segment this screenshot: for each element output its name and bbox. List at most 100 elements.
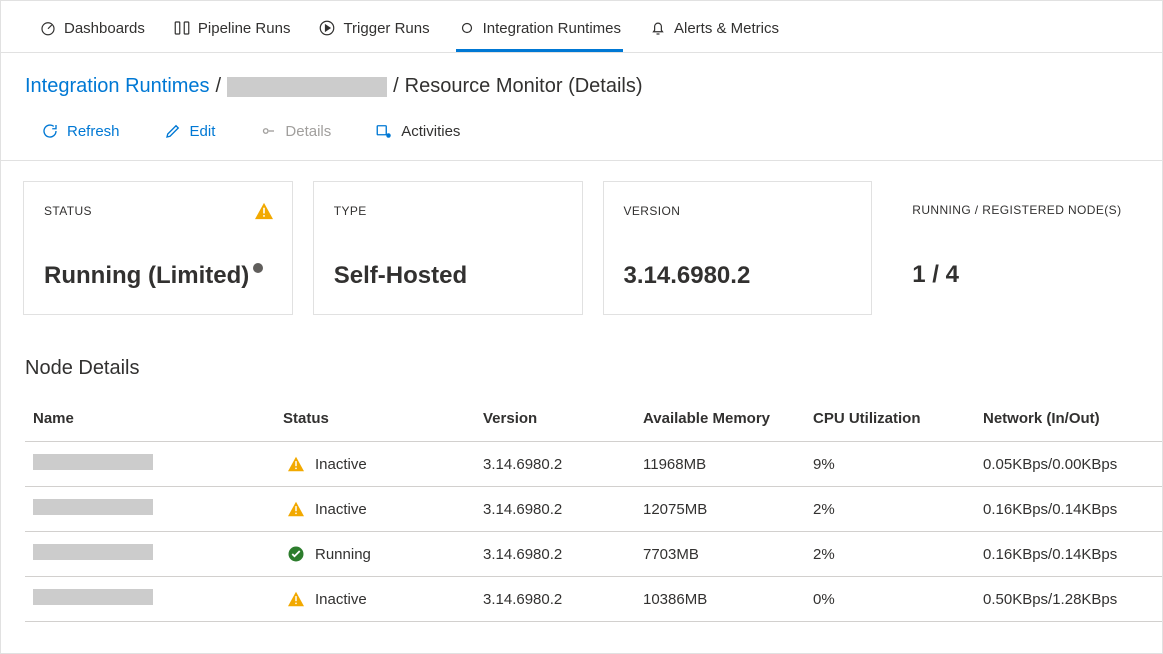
refresh-icon: [41, 122, 59, 140]
section-title: Node Details: [1, 323, 1162, 396]
node-table: Name Status Version Available Memory CPU…: [25, 396, 1162, 622]
cell-status: Inactive: [275, 577, 475, 622]
card-value: 1 / 4: [912, 261, 1140, 289]
cell-version: 3.14.6980.2: [475, 487, 635, 532]
cell-cpu: 9%: [805, 442, 975, 487]
cell-cpu: 2%: [805, 532, 975, 577]
breadcrumb-sep: /: [216, 75, 222, 98]
breadcrumb: Integration Runtimes / / Resource Monito…: [1, 53, 1162, 116]
warning-icon: [287, 456, 305, 472]
col-cpu[interactable]: CPU Utilization: [805, 396, 975, 442]
col-network[interactable]: Network (In/Out): [975, 396, 1162, 442]
cell-name: [25, 532, 275, 577]
table-row[interactable]: Running 3.14.6980.27703MB2%0.16KBps/0.14K…: [25, 532, 1162, 577]
cell-memory: 11968MB: [635, 442, 805, 487]
card-value: Self-Hosted: [334, 262, 562, 290]
warning-icon: [287, 501, 305, 517]
pipeline-icon: [173, 19, 191, 37]
cell-memory: 10386MB: [635, 577, 805, 622]
bell-icon: [649, 19, 667, 37]
col-status[interactable]: Status: [275, 396, 475, 442]
redacted-name: [33, 544, 153, 560]
cell-network: 0.05KBps/0.00KBps: [975, 442, 1162, 487]
card-label: TYPE: [334, 204, 562, 218]
warning-icon: [287, 591, 305, 607]
cell-name: [25, 442, 275, 487]
cell-network: 0.50KBps/1.28KBps: [975, 577, 1162, 622]
activities-button[interactable]: Activities: [375, 122, 460, 140]
cell-network: 0.16KBps/0.14KBps: [975, 532, 1162, 577]
breadcrumb-redacted: [227, 77, 387, 97]
tab-alerts-metrics[interactable]: Alerts & Metrics: [647, 11, 781, 52]
info-icon[interactable]: [253, 263, 263, 273]
tab-pipeline-runs[interactable]: Pipeline Runs: [171, 11, 293, 52]
tab-integration-runtimes[interactable]: Integration Runtimes: [456, 11, 623, 52]
card-label: VERSION: [624, 204, 852, 218]
tab-dashboards[interactable]: Dashboards: [37, 11, 147, 52]
status-text: Running: [315, 546, 371, 563]
refresh-button[interactable]: Refresh: [41, 122, 120, 140]
table-row[interactable]: Inactive 3.14.6980.212075MB2%0.16KBps/0.1…: [25, 487, 1162, 532]
col-name[interactable]: Name: [25, 396, 275, 442]
button-label: Activities: [401, 123, 460, 140]
cell-version: 3.14.6980.2: [475, 442, 635, 487]
cell-name: [25, 577, 275, 622]
activities-icon: [375, 122, 393, 140]
toolbar: Refresh Edit Details Activities: [1, 116, 1162, 160]
card-nodes: RUNNING / REGISTERED NODE(S) 1 / 4: [892, 181, 1140, 315]
cell-cpu: 0%: [805, 577, 975, 622]
edit-button[interactable]: Edit: [164, 122, 216, 140]
button-label: Details: [285, 123, 331, 140]
eye-icon: [259, 122, 277, 140]
cell-status: Inactive: [275, 442, 475, 487]
breadcrumb-sep: /: [393, 75, 399, 98]
warning-icon: [254, 202, 274, 223]
col-version[interactable]: Version: [475, 396, 635, 442]
play-circle-icon: [318, 19, 336, 37]
table-row[interactable]: Inactive 3.14.6980.211968MB9%0.05KBps/0.0…: [25, 442, 1162, 487]
tab-label: Integration Runtimes: [483, 20, 621, 37]
cell-name: [25, 487, 275, 532]
col-memory[interactable]: Available Memory: [635, 396, 805, 442]
redacted-name: [33, 589, 153, 605]
status-text: Inactive: [315, 456, 367, 473]
card-version: VERSION 3.14.6980.2: [603, 181, 873, 315]
card-label: RUNNING / REGISTERED NODE(S): [912, 203, 1140, 217]
gauge-icon: [39, 19, 57, 37]
card-value: Running (Limited): [44, 262, 272, 290]
card-status: STATUS Running (Limited): [23, 181, 293, 315]
tab-label: Dashboards: [64, 20, 145, 37]
cell-memory: 7703MB: [635, 532, 805, 577]
redacted-name: [33, 499, 153, 515]
card-label: STATUS: [44, 204, 272, 218]
card-value: 3.14.6980.2: [624, 262, 852, 290]
breadcrumb-leaf: Resource Monitor (Details): [405, 75, 643, 98]
cell-status: Running: [275, 532, 475, 577]
breadcrumb-root[interactable]: Integration Runtimes: [25, 75, 210, 98]
table-header-row: Name Status Version Available Memory CPU…: [25, 396, 1162, 442]
summary-cards: STATUS Running (Limited) TYPE Self-Hoste…: [1, 161, 1162, 323]
pencil-icon: [164, 122, 182, 140]
cell-network: 0.16KBps/0.14KBps: [975, 487, 1162, 532]
status-text: Inactive: [315, 591, 367, 608]
tab-trigger-runs[interactable]: Trigger Runs: [316, 11, 431, 52]
cell-status: Inactive: [275, 487, 475, 532]
button-label: Edit: [190, 123, 216, 140]
cell-cpu: 2%: [805, 487, 975, 532]
status-text: Running (Limited): [44, 262, 249, 290]
redacted-name: [33, 454, 153, 470]
tab-label: Trigger Runs: [343, 20, 429, 37]
card-type: TYPE Self-Hosted: [313, 181, 583, 315]
table-row[interactable]: Inactive 3.14.6980.210386MB0%0.50KBps/1.2…: [25, 577, 1162, 622]
cell-version: 3.14.6980.2: [475, 532, 635, 577]
button-label: Refresh: [67, 123, 120, 140]
check-circle-icon: [287, 545, 305, 563]
tab-label: Alerts & Metrics: [674, 20, 779, 37]
cell-version: 3.14.6980.2: [475, 577, 635, 622]
integration-icon: [458, 19, 476, 37]
status-text: Inactive: [315, 501, 367, 518]
details-button: Details: [259, 122, 331, 140]
top-tabs: Dashboards Pipeline Runs Trigger Runs In…: [1, 1, 1162, 53]
cell-memory: 12075MB: [635, 487, 805, 532]
tab-label: Pipeline Runs: [198, 20, 291, 37]
